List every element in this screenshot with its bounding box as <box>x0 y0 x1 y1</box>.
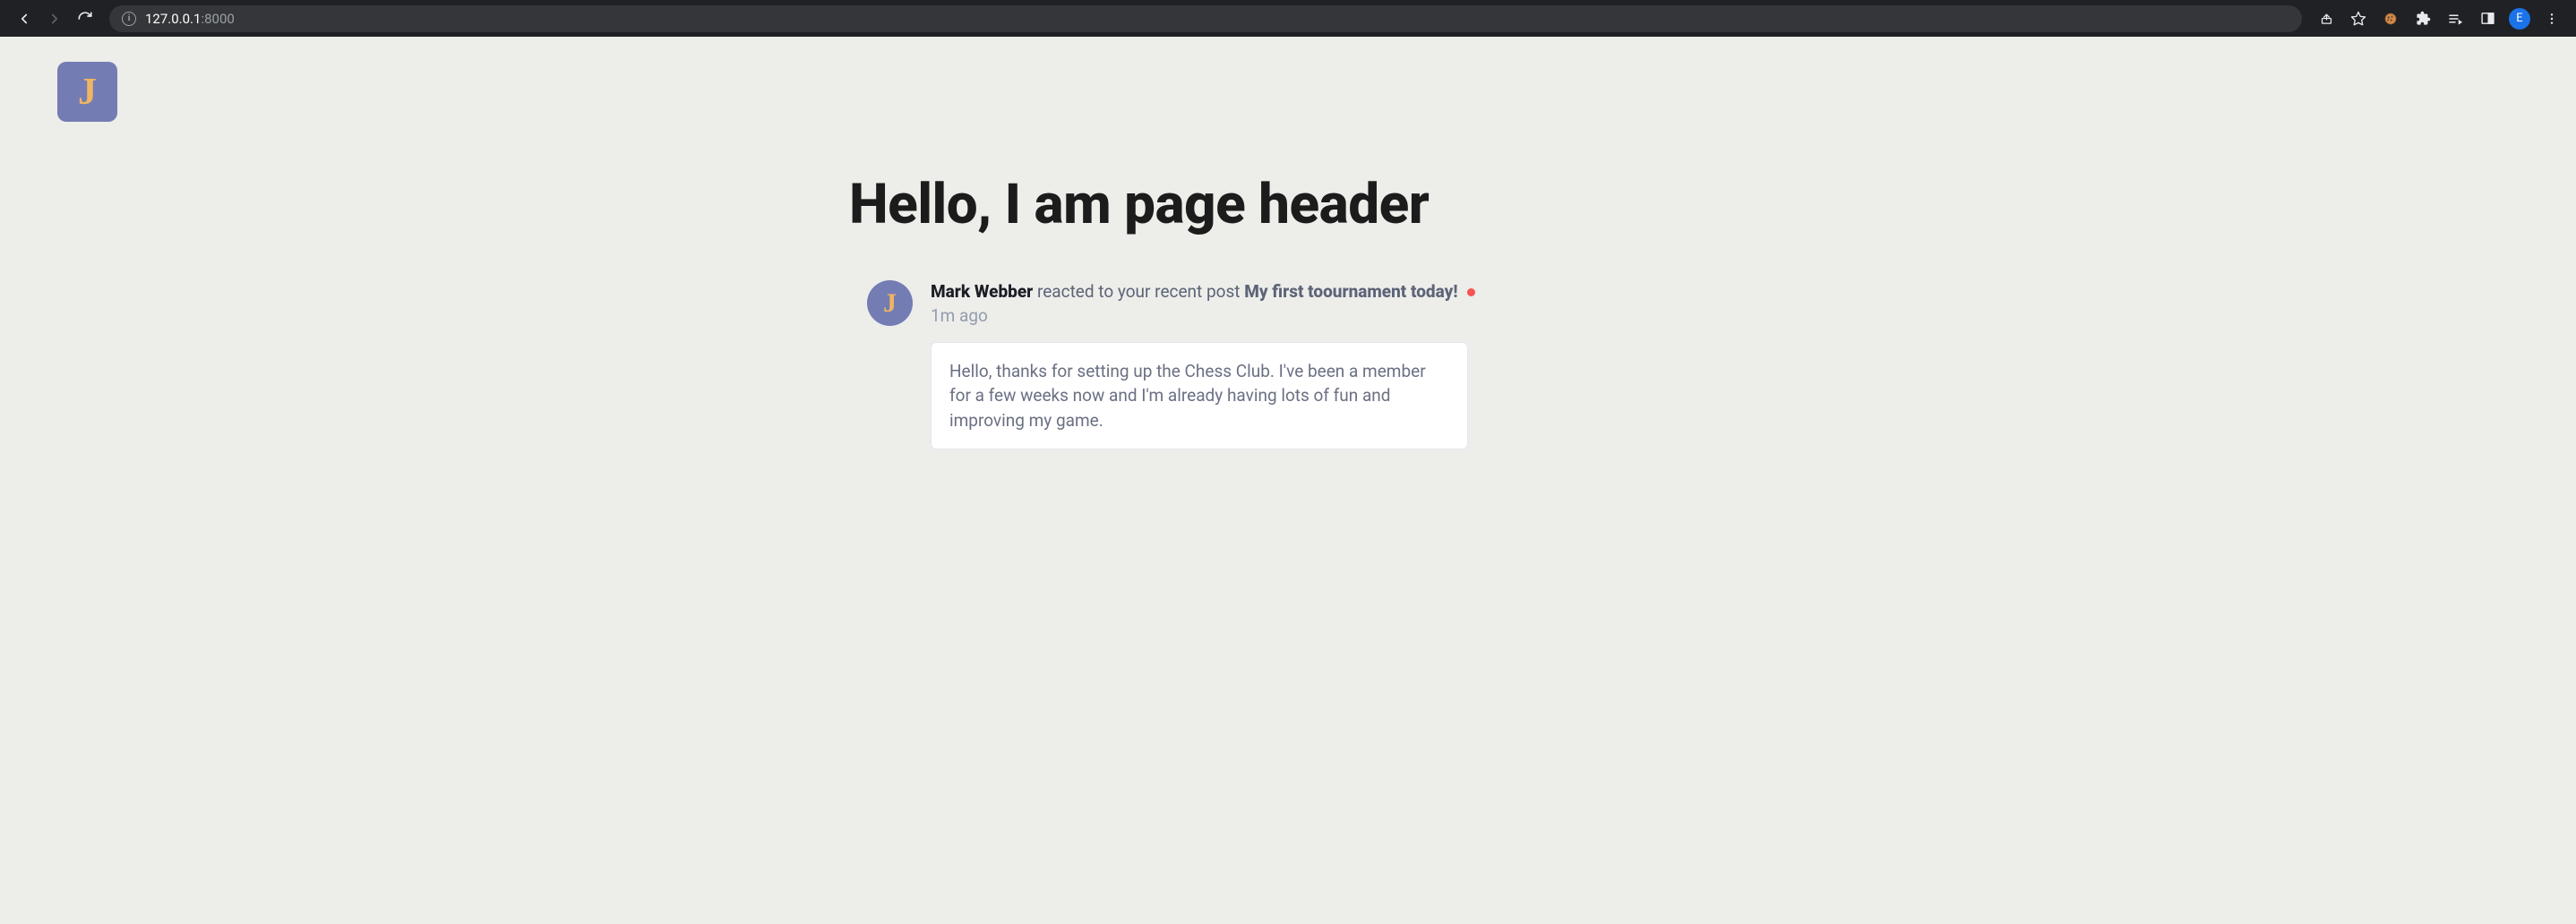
back-button[interactable] <box>11 5 38 32</box>
url-port: :8000 <box>201 11 234 27</box>
notification-body: Mark Webber reacted to your recent post … <box>931 280 1727 449</box>
extensions-puzzle-icon[interactable] <box>2409 5 2436 32</box>
profile-avatar[interactable]: E <box>2506 5 2533 32</box>
forward-button[interactable] <box>41 5 68 32</box>
url-text: 127.0.0.1:8000 <box>145 11 235 27</box>
bookmark-star-icon[interactable] <box>2345 5 2372 32</box>
page-title: Hello, I am page header <box>849 172 1727 237</box>
site-logo[interactable]: J <box>57 62 117 122</box>
notification-username[interactable]: Mark Webber <box>931 281 1033 302</box>
notification-avatar[interactable]: J <box>867 280 913 326</box>
toolbar-right: E <box>2313 5 2565 32</box>
notification-action: reacted to your recent post <box>1037 281 1244 302</box>
site-info-icon[interactable]: i <box>122 12 136 26</box>
main-content: Hello, I am page header J Mark Webber re… <box>849 172 1727 449</box>
notification-post-link[interactable]: My first toournament today! <box>1244 281 1457 302</box>
url-host: 127.0.0.1 <box>145 11 201 27</box>
notification-message[interactable]: Hello, thanks for setting up the Chess C… <box>931 342 1468 450</box>
notification-timestamp: 1m ago <box>931 305 1727 326</box>
share-icon[interactable] <box>2313 5 2340 32</box>
reload-button[interactable] <box>72 5 99 32</box>
notification-avatar-letter: J <box>883 288 897 319</box>
notification-item: J Mark Webber reacted to your recent pos… <box>849 280 1727 449</box>
browser-toolbar: i 127.0.0.1:8000 E <box>0 0 2576 37</box>
site-logo-letter: J <box>78 71 97 114</box>
side-panel-icon[interactable] <box>2474 5 2501 32</box>
notification-text: Mark Webber reacted to your recent post … <box>931 280 1727 304</box>
unread-dot-icon <box>1467 288 1475 296</box>
kebab-menu-icon[interactable] <box>2538 5 2565 32</box>
address-bar[interactable]: i 127.0.0.1:8000 <box>109 5 2302 32</box>
page-body: J Hello, I am page header J Mark Webber … <box>0 37 2576 475</box>
extension-cookie-icon[interactable] <box>2377 5 2404 32</box>
profile-badge-letter: E <box>2509 8 2530 30</box>
media-controls-icon[interactable] <box>2442 5 2469 32</box>
